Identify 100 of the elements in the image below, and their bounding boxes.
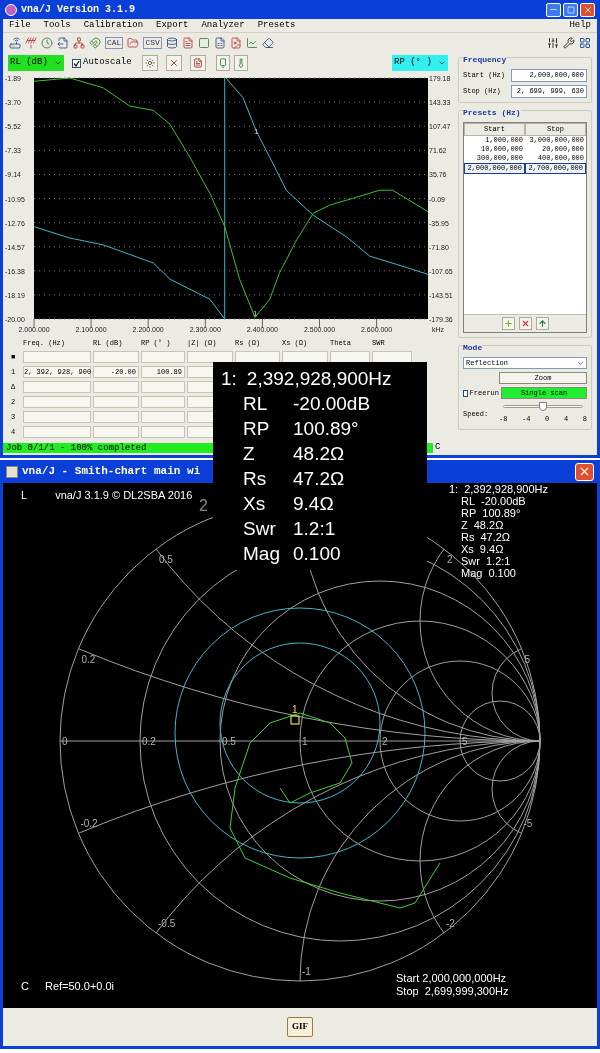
grid-label: 2 [382, 736, 388, 747]
table-cell [141, 381, 185, 393]
menu-item[interactable]: Analyzer [201, 18, 245, 33]
menu-item[interactable]: Calibration [83, 18, 144, 33]
table-cell [330, 351, 370, 363]
line-chart-icon[interactable] [245, 37, 258, 49]
stop-frequency-text: Stop 2,699,999,300Hz [396, 985, 509, 998]
grid-label: 1 [302, 736, 308, 747]
menu-item[interactable]: Presets [257, 18, 296, 33]
app-icon [6, 465, 18, 478]
add-preset-button[interactable] [501, 317, 515, 330]
table-cell [23, 396, 91, 408]
eraser-icon[interactable] [261, 37, 274, 49]
slider-thumb[interactable] [539, 402, 547, 411]
cross-icon [168, 58, 179, 68]
close-button[interactable] [575, 462, 594, 481]
table-cell [93, 381, 139, 393]
battery-button[interactable] [215, 55, 230, 71]
marker-icon[interactable] [290, 715, 300, 725]
table-cell [93, 351, 139, 363]
grid-label: 0.2 [81, 653, 96, 665]
menu-item[interactable]: Tools [43, 18, 71, 33]
table-cell [372, 351, 412, 363]
scale-dropdown[interactable]: RP (° ) [392, 55, 448, 71]
readout-label: Z [461, 519, 468, 531]
spreadsheet-icon[interactable] [213, 37, 226, 49]
sphere-button[interactable] [141, 55, 158, 71]
maximize-button[interactable] [563, 2, 578, 17]
sliders-icon[interactable] [547, 37, 559, 49]
table-cell [282, 351, 328, 363]
marker-label: 1 [253, 309, 258, 319]
window-title: vna/J Version 3.1.9 [21, 3, 136, 17]
group-title: Presets (Hz) [463, 107, 521, 119]
plus-icon [503, 319, 513, 328]
magnet-icon[interactable] [89, 37, 101, 49]
popup-value: 2,392,928,900Hz [246, 367, 392, 391]
close-icon [582, 4, 593, 15]
marker-label: 1 [254, 126, 259, 136]
popup-value: 47.2Ω [293, 467, 345, 491]
load-preset-button[interactable] [535, 317, 549, 330]
document-button[interactable] [189, 55, 206, 71]
menu-item[interactable]: Help [569, 18, 591, 33]
grid-icon[interactable] [579, 37, 591, 49]
grid-label: -0.2 [80, 818, 98, 830]
version-text: vna/J 3.1.9 © DL2SBA 2016 [55, 488, 193, 503]
file-export-icon[interactable] [57, 37, 69, 49]
antenna-icon[interactable] [25, 37, 37, 49]
square-icon[interactable] [197, 37, 210, 49]
readout-label: Rs [461, 531, 475, 543]
grid-label: 0.5 [222, 736, 236, 747]
gif-button[interactable]: GIF [287, 1017, 313, 1037]
readout-label: RL [461, 495, 476, 507]
minimize-button[interactable] [546, 2, 561, 17]
popup-label: Swr [243, 517, 277, 541]
router-icon[interactable] [9, 37, 21, 49]
status-text: C [435, 441, 441, 455]
close-button[interactable] [580, 2, 595, 17]
check-icon [73, 59, 80, 67]
network-icon[interactable] [73, 37, 85, 49]
maximize-icon [566, 5, 575, 14]
clock-icon[interactable] [41, 37, 53, 49]
readout-value: 0.100 [488, 567, 516, 579]
popup-value: 1.2:1 [293, 517, 336, 541]
grid-label: -0.5 [158, 918, 176, 929]
grid-label: 2 [447, 554, 453, 565]
toolbar-text-icon[interactable]: CSV [143, 37, 162, 49]
table-cell [141, 351, 185, 363]
caret-icon [54, 59, 62, 67]
popup-label: RL [243, 392, 269, 416]
start-frequency-text: Start 2,000,000,000Hz [396, 972, 508, 985]
image-file-icon[interactable] [229, 37, 242, 49]
popup-label: 1: [221, 367, 237, 391]
popup-label: RP [243, 417, 271, 441]
table-cell [93, 396, 139, 408]
popup-value: 0.100 [293, 542, 341, 566]
cursor-line[interactable] [224, 77, 226, 320]
marker-button[interactable] [165, 55, 182, 71]
grid-label: -2 [446, 918, 455, 929]
document-icon[interactable] [181, 37, 194, 49]
table-cell [23, 351, 91, 363]
grid-label: 2 [199, 497, 208, 514]
popup-label: Z [243, 442, 256, 466]
menu-item[interactable]: Export [156, 18, 189, 33]
readout-label: Swr [461, 555, 480, 567]
menu-item[interactable]: File [9, 18, 31, 33]
folder-icon[interactable] [127, 37, 140, 49]
readout-label: Xs [461, 543, 474, 555]
database-icon[interactable] [165, 37, 178, 49]
popup-label: Mag [243, 542, 281, 566]
table-cell [93, 426, 139, 438]
arrow-up-icon [537, 319, 547, 328]
readout-value: 48.2Ω [473, 519, 504, 531]
delete-preset-button[interactable] [518, 317, 532, 330]
toolbar-text-icon[interactable]: CAL [105, 37, 124, 49]
caret-icon [577, 359, 584, 367]
popup-value: 48.2Ω [293, 442, 345, 466]
wrench-icon[interactable] [563, 37, 575, 49]
readout-value: 9.4Ω [479, 543, 504, 555]
scale-dropdown[interactable]: RL (dB) [8, 55, 64, 71]
autoscale-checkbox[interactable]: Autoscale [72, 56, 132, 70]
